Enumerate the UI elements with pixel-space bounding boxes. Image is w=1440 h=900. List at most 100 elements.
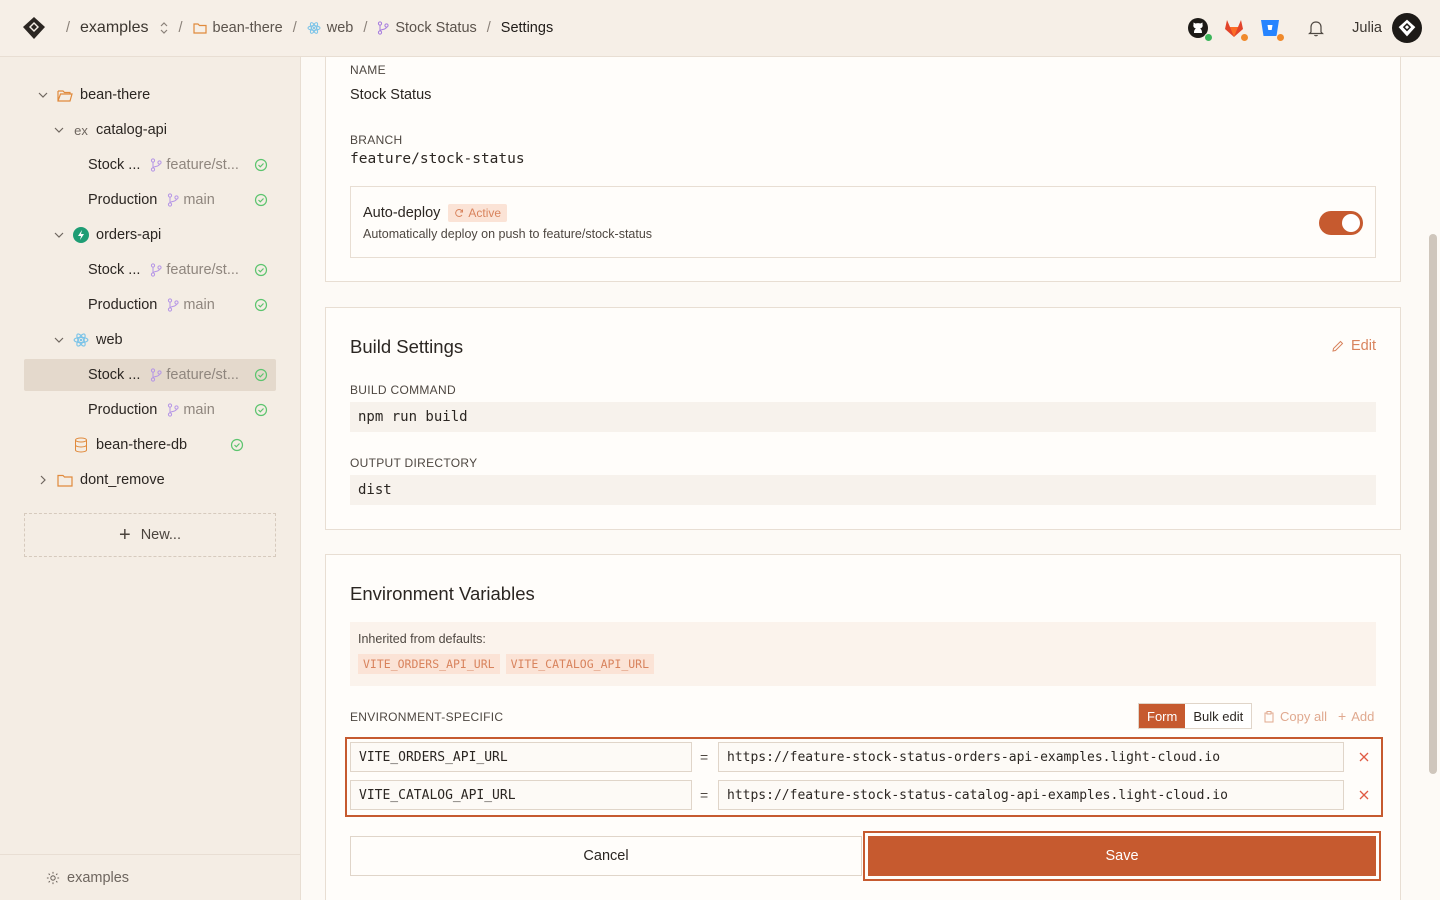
cancel-button[interactable]: Cancel: [350, 836, 862, 876]
sidebar-item-env[interactable]: Production main: [88, 184, 215, 216]
branch-label: feature/st...: [166, 157, 239, 173]
branch-label: main: [183, 192, 215, 208]
name-value: Stock Status: [350, 87, 432, 103]
sidebar-item-label: Stock ...: [88, 262, 141, 278]
inherited-var-chip: VITE_ORDERS_API_URL: [358, 654, 500, 674]
git-branch-icon: [377, 21, 389, 35]
plus-icon: +: [1338, 708, 1347, 724]
sidebar-item-bean-there-db[interactable]: bean-there-db: [72, 429, 187, 461]
sidebar-item-env[interactable]: Stock ... feature/st...: [88, 254, 239, 286]
chevron-down-icon[interactable]: [52, 232, 66, 238]
env-vars-title: Environment Variables: [350, 583, 535, 604]
build-settings-card: Build Settings Edit BUILD COMMAND npm ru…: [325, 307, 1401, 530]
sidebar-item-branch: feature/st...: [150, 367, 239, 383]
check-circle-icon: [254, 263, 268, 277]
scrollbar[interactable]: [1429, 234, 1437, 774]
breadcrumb: / examples / bean-there / web / Stock St…: [56, 0, 553, 56]
sidebar-item-branch: feature/st...: [150, 157, 239, 173]
bell-icon[interactable]: [1302, 14, 1330, 42]
user-name[interactable]: Julia: [1352, 20, 1382, 36]
gitlab-icon[interactable]: [1220, 14, 1250, 42]
sidebar-item-catalog-api[interactable]: ex catalog-api: [52, 114, 167, 146]
ex-icon: ex: [74, 122, 88, 138]
react-icon: [72, 331, 90, 349]
bolt-icon: [72, 226, 90, 244]
branch-label: feature/st...: [166, 262, 239, 278]
add-variable-button[interactable]: + Add: [1338, 708, 1374, 724]
app-logo-icon[interactable]: [22, 16, 46, 40]
branch-label: feature/st...: [166, 367, 239, 383]
autodeploy-panel: Auto-deploy Active Automatically deploy …: [350, 186, 1376, 258]
save-highlight: [863, 831, 1381, 881]
chevron-down-icon[interactable]: [36, 92, 50, 98]
breadcrumb-separator: /: [486, 20, 491, 36]
new-button-label: New...: [140, 527, 181, 543]
breadcrumb-separator: /: [292, 20, 297, 36]
check-circle-icon: [254, 158, 268, 172]
branch-label: main: [183, 297, 215, 313]
inherited-panel: Inherited from defaults: VITE_ORDERS_API…: [350, 622, 1376, 686]
status-badge-label: Active: [468, 206, 502, 220]
sidebar-item-label: Stock ...: [88, 157, 141, 173]
gear-icon: [46, 871, 60, 884]
build-command-label: BUILD COMMAND: [350, 383, 456, 397]
breadcrumb-workspace[interactable]: examples: [80, 19, 148, 37]
chevron-right-icon[interactable]: [36, 475, 50, 485]
avatar[interactable]: [1392, 13, 1422, 43]
check-circle-icon: [254, 298, 268, 312]
bitbucket-icon[interactable]: [1256, 14, 1286, 42]
environment-variables-card: Environment Variables Inherited from def…: [325, 554, 1401, 900]
database-icon: [72, 436, 90, 454]
breadcrumb-current-page: Settings: [500, 20, 554, 36]
folder-icon: [56, 471, 74, 489]
edit-label: Edit: [1351, 338, 1376, 354]
sidebar-item-label: bean-there-db: [96, 437, 188, 453]
sidebar-item-label: orders-api: [96, 227, 162, 243]
breadcrumb-environment[interactable]: Stock Status: [395, 20, 476, 36]
github-icon[interactable]: [1184, 14, 1214, 42]
plus-icon: +: [119, 523, 131, 546]
breadcrumb-service[interactable]: web: [327, 20, 354, 36]
build-settings-title: Build Settings: [350, 336, 464, 357]
sidebar-item-env-selected[interactable]: Stock ... feature/st...: [88, 359, 239, 391]
sidebar-item-branch: main: [167, 402, 215, 418]
breadcrumb-separator: /: [178, 20, 183, 36]
inherited-var-chip: VITE_CATALOG_API_URL: [505, 654, 655, 674]
sidebar-item-env[interactable]: Production main: [88, 289, 215, 321]
status-badge: Active: [448, 204, 508, 222]
tab-form[interactable]: Form: [1139, 704, 1186, 728]
sidebar-item-label: Production: [88, 192, 158, 208]
sidebar-item-web[interactable]: web: [52, 324, 123, 356]
sidebar-footer-workspace[interactable]: examples: [0, 854, 300, 900]
sidebar-item-dont-remove[interactable]: dont_remove: [36, 464, 165, 496]
tab-bulk-edit[interactable]: Bulk edit: [1185, 704, 1252, 728]
react-icon: [307, 21, 321, 35]
copy-all-button[interactable]: Copy all: [1264, 709, 1327, 724]
sidebar-item-bean-there[interactable]: bean-there: [36, 79, 150, 111]
status-dot: [1240, 33, 1250, 42]
env-specific-label: ENVIRONMENT-SPECIFIC: [350, 710, 504, 724]
chevron-updown-icon[interactable]: [159, 22, 169, 34]
autodeploy-toggle[interactable]: [1319, 211, 1363, 235]
new-button[interactable]: + New...: [24, 513, 276, 557]
copy-all-label: Copy all: [1280, 709, 1327, 724]
autodeploy-title: Auto-deploy: [363, 205, 441, 221]
folder-open-icon: [56, 86, 74, 104]
sidebar-item-orders-api[interactable]: orders-api: [52, 219, 161, 251]
sidebar-item-env[interactable]: Stock ... feature/st...: [88, 149, 239, 181]
chevron-down-icon[interactable]: [52, 127, 66, 133]
output-directory-value: dist: [350, 475, 1376, 505]
sidebar-item-env[interactable]: Production main: [88, 394, 215, 426]
workspace-label: examples: [67, 869, 130, 886]
header-actions: Julia: [1176, 0, 1422, 56]
add-label: Add: [1351, 708, 1375, 724]
sidebar-item-label: Production: [88, 297, 158, 313]
check-circle-icon: [230, 438, 244, 452]
edit-button[interactable]: Edit: [1331, 338, 1376, 354]
sidebar-item-label: Production: [88, 402, 158, 418]
mode-toggle: Form Bulk edit: [1138, 703, 1253, 729]
folder-icon: [192, 22, 207, 34]
clipboard-icon: [1264, 710, 1274, 722]
breadcrumb-project[interactable]: bean-there: [213, 20, 283, 36]
chevron-down-icon[interactable]: [52, 337, 66, 343]
